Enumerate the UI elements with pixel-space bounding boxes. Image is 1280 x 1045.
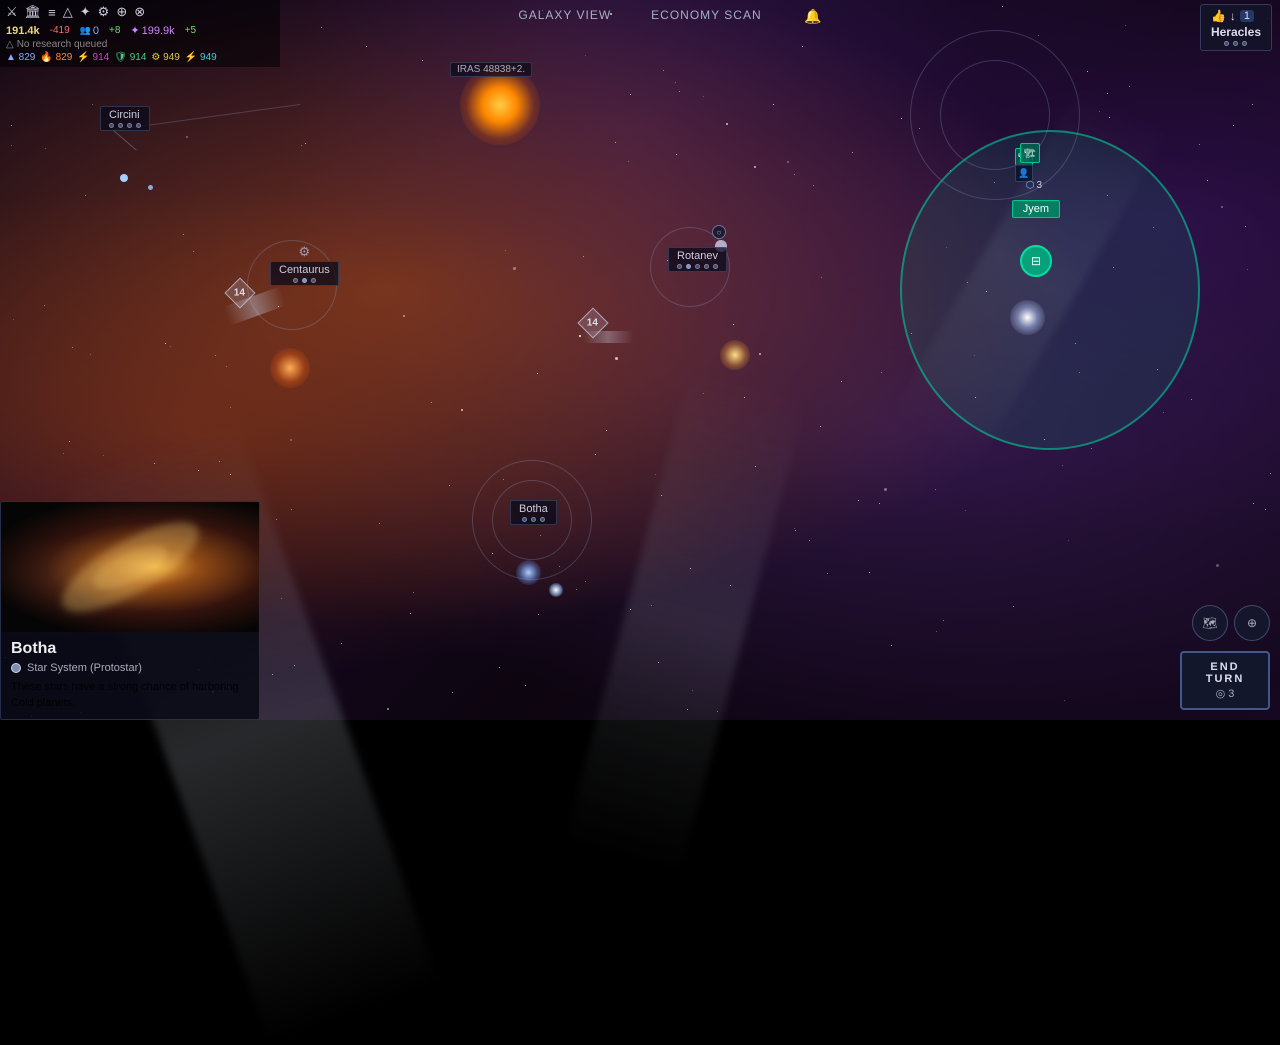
target-btn[interactable]: ⊕: [1234, 605, 1270, 641]
map-mode-icon: 🗺: [1202, 616, 1217, 630]
pop-value: 👥0: [80, 25, 99, 37]
action-icon-tree[interactable]: ⊕: [116, 4, 127, 20]
credits-delta: -419: [50, 25, 70, 36]
rotanev-label[interactable]: Rotanev: [668, 247, 727, 272]
heracles-panel[interactable]: 👍 ↓ 1 Heracles: [1200, 4, 1272, 51]
heracles-name: Heracles: [1211, 25, 1261, 39]
heracles-system-icon: 🏗: [1020, 143, 1040, 163]
info-image: [1, 502, 259, 632]
fleet-1-marker[interactable]: 14: [225, 278, 255, 308]
heracles-count: 1: [1240, 10, 1254, 22]
center-nav: GALAXY VIEW ECONOMY SCAN 🔔: [518, 8, 761, 22]
economy-scan-nav[interactable]: ECONOMY SCAN: [651, 8, 761, 22]
type-dot-icon: [11, 663, 21, 673]
stat-6: ⚡ 949: [185, 52, 217, 63]
action-icon-building[interactable]: 🏛: [25, 4, 42, 20]
iras-label[interactable]: IRAS 48838+2.: [450, 62, 532, 77]
research-delta: +5: [185, 25, 196, 36]
botha-map-label[interactable]: Botha: [510, 500, 557, 525]
centaurus-dots: [279, 278, 330, 283]
map-mode-btn[interactable]: 🗺: [1192, 605, 1228, 641]
arrow-down-icon: ↓: [1230, 9, 1236, 23]
stat-4: 🛡 914: [114, 52, 146, 63]
target-icon: ⊕: [1247, 616, 1257, 630]
end-turn-button[interactable]: ENDTURN ◎ 3: [1180, 651, 1270, 710]
info-type: Star System (Protostar): [11, 662, 249, 674]
top-right-panel: 👍 ↓ 1 Heracles: [1192, 0, 1280, 55]
fleet-2-diamond: 14: [577, 307, 608, 338]
bottom-right-controls: 🗺 ⊕ ENDTURN ◎ 3: [1180, 605, 1270, 710]
action-icon-swords[interactable]: ⚔: [6, 4, 18, 20]
jyem-circle-icon[interactable]: ⊟: [1020, 245, 1052, 277]
centaurus-gear-icon: ⚙: [299, 244, 311, 260]
action-icon-list[interactable]: ≡: [48, 5, 56, 20]
galaxy-view-nav[interactable]: GALAXY VIEW: [518, 8, 611, 22]
end-turn-label: ENDTURN: [1198, 661, 1252, 685]
stat-3: ⚡ 914: [77, 52, 109, 63]
credits-value: 191.4k: [6, 25, 40, 37]
stats-row: ▲ 829 🔥 829 ⚡ 914 🛡 914 ⚙ 949 ⚡ 949: [6, 52, 274, 63]
jyem-label[interactable]: Jyem: [1012, 200, 1060, 218]
rotanev-dots: [677, 264, 718, 269]
action-icon-gear[interactable]: ⚙: [98, 4, 110, 20]
stat-1: ▲ 829: [6, 52, 35, 63]
info-content: Botha Star System (Protostar) These star…: [1, 632, 259, 719]
fleet-1-diamond: 14: [224, 277, 255, 308]
info-panel[interactable]: Botha Star System (Protostar) These star…: [0, 501, 260, 720]
info-title: Botha: [11, 640, 249, 658]
stat-5: ⚙ 949: [151, 52, 179, 63]
turn-number: ◎ 3: [1198, 687, 1252, 700]
heracles-dots: [1211, 41, 1261, 46]
jyem-count: ⬡ 3: [1026, 180, 1042, 191]
top-info-bar: ⚔ 🏛 ≡ △ ✦ ⚙ ⊕ ⊗ 191.4k -419 👥0 +8 ✦ 199.…: [0, 0, 280, 67]
info-description: These stars have a strong chance of harb…: [11, 680, 249, 711]
sound-icon[interactable]: 🔔: [804, 8, 821, 25]
fleet-2-marker[interactable]: 14: [578, 308, 608, 338]
credits-row: 191.4k -419 👥0 +8 ✦ 199.9k +5: [6, 24, 274, 37]
minimap-icons: 🗺 ⊕: [1192, 605, 1270, 641]
circini-label[interactable]: Circini: [100, 106, 150, 131]
stat-2: 🔥 829: [40, 52, 72, 63]
botha-map-dots: [519, 517, 548, 522]
circini-dots: [109, 123, 141, 128]
action-icons-row: ⚔ 🏛 ≡ △ ✦ ⚙ ⊕ ⊗: [6, 4, 274, 20]
action-icon-triangle[interactable]: △: [63, 4, 73, 20]
game-ui: ⚔ 🏛 ≡ △ ✦ ⚙ ⊕ ⊗ 191.4k -419 👥0 +8 ✦ 199.…: [0, 0, 1280, 720]
thumbup-icon: 👍: [1211, 9, 1226, 23]
centaurus-label[interactable]: ⚙ Centaurus: [270, 261, 339, 286]
heracles-icons: 👍 ↓ 1: [1211, 9, 1261, 23]
action-icon-extra[interactable]: ⊗: [134, 4, 145, 20]
research-value: ✦ 199.9k: [130, 24, 174, 37]
action-icon-star[interactable]: ✦: [80, 4, 91, 20]
pop-delta: +8: [109, 25, 120, 36]
no-research-row: △ No research queued: [6, 39, 274, 50]
